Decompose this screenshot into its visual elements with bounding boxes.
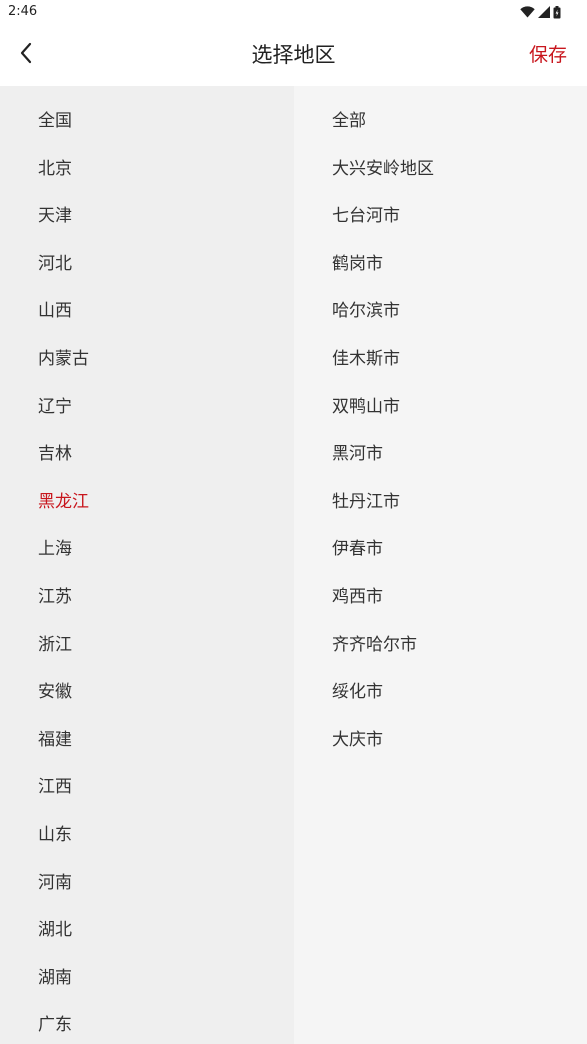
city-list-panel[interactable]: 全部 大兴安岭地区 七台河市 鹤岗市 哈尔滨市 佳木斯市 双鸭山市 黑河市 牡丹江市 伊春市 鸡西市… [294,86,587,1044]
province-item[interactable]: 江西 [0,764,294,812]
city-item[interactable]: 鹤岗市 [294,241,587,289]
signal-icon [538,6,550,18]
province-item[interactable]: 浙江 [0,622,294,670]
province-list: 全国 北京 天津 河北 山西 内蒙古 辽宁 吉林 黑龙江 上海 江苏 浙江 安徽 福建 江西 山东 河南 湖北 湖南… [0,86,294,1044]
wifi-icon [520,6,535,18]
province-item[interactable]: 辽宁 [0,384,294,432]
region-picker: 全国 北京 天津 河北 山西 内蒙古 辽宁 吉林 黑龙江 上海 江苏 浙江 安徽 福建 江西 山东 河南 湖北 湖南… [0,86,587,1044]
province-item[interactable]: 福建 [0,717,294,765]
city-list: 全部 大兴安岭地区 七台河市 鹤岗市 哈尔滨市 佳木斯市 双鸭山市 黑河市 牡丹江市 伊春市 鸡西市… [294,86,587,764]
province-item[interactable]: 山西 [0,288,294,336]
province-item[interactable]: 广东 [0,1002,294,1044]
province-item[interactable]: 北京 [0,146,294,194]
city-item[interactable]: 黑河市 [294,431,587,479]
province-item[interactable]: 安徽 [0,669,294,717]
city-item[interactable]: 七台河市 [294,193,587,241]
save-button[interactable]: 保存 [529,40,567,70]
status-time: 2:46 [8,4,38,19]
province-item[interactable]: 河南 [0,860,294,908]
status-bar: 2:46 [0,0,587,24]
city-item[interactable]: 绥化市 [294,669,587,717]
province-list-panel[interactable]: 全国 北京 天津 河北 山西 内蒙古 辽宁 吉林 黑龙江 上海 江苏 浙江 安徽 福建 江西 山东 河南 湖北 湖南… [0,86,294,1044]
city-item[interactable]: 双鸭山市 [294,384,587,432]
city-item[interactable]: 牡丹江市 [294,479,587,527]
province-item[interactable]: 内蒙古 [0,336,294,384]
province-item[interactable]: 天津 [0,193,294,241]
city-item[interactable]: 大庆市 [294,717,587,765]
city-item[interactable]: 伊春市 [294,526,587,574]
city-item[interactable]: 佳木斯市 [294,336,587,384]
province-item[interactable]: 全国 [0,98,294,146]
province-item[interactable]: 吉林 [0,431,294,479]
header-bar: 选择地区 保存 [0,24,587,86]
page-title: 选择地区 [251,43,336,67]
province-item[interactable]: 湖南 [0,955,294,1003]
province-item[interactable]: 上海 [0,526,294,574]
province-item[interactable]: 湖北 [0,907,294,955]
city-item[interactable]: 鸡西市 [294,574,587,622]
city-item[interactable]: 哈尔滨市 [294,288,587,336]
status-icons [520,4,561,20]
city-item[interactable]: 齐齐哈尔市 [294,622,587,670]
province-item[interactable]: 江苏 [0,574,294,622]
city-item[interactable]: 大兴安岭地区 [294,146,587,194]
province-item-selected[interactable]: 黑龙江 [0,479,294,527]
province-item[interactable]: 山东 [0,812,294,860]
city-item[interactable]: 全部 [294,98,587,146]
battery-icon [553,5,561,19]
province-item[interactable]: 河北 [0,241,294,289]
